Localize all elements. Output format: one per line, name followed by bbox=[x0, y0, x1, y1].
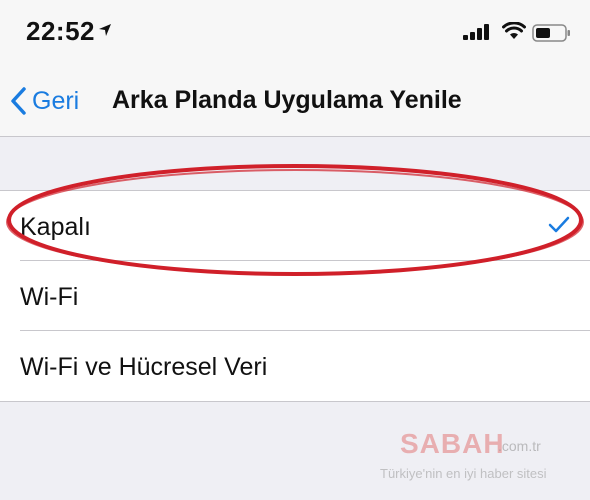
option-wifi[interactable]: Wi-Fi bbox=[0, 261, 590, 331]
battery-icon bbox=[532, 24, 570, 42]
status-bar: 22:52 bbox=[0, 0, 590, 62]
checkmark-icon bbox=[548, 216, 570, 233]
navigation-bar: Geri Arka Planda Uygulama Yenile bbox=[0, 62, 590, 137]
page-title: Arka Planda Uygulama Yenile bbox=[112, 86, 462, 114]
wifi-icon bbox=[502, 22, 526, 39]
back-button-label: Geri bbox=[32, 86, 80, 115]
chevron-left-icon bbox=[11, 87, 26, 115]
watermark-brand: SABAH bbox=[400, 428, 505, 459]
watermark-domain: .com.tr bbox=[498, 438, 541, 454]
option-label: Kapalı bbox=[20, 213, 91, 241]
back-button[interactable]: Geri bbox=[10, 84, 79, 118]
watermark-tagline: Türkiye'nin en iyi haber sitesi bbox=[380, 466, 547, 481]
option-kapali[interactable]: Kapalı bbox=[0, 191, 590, 261]
sabah-watermark: SABAH .com.tr Türkiye'nin en iyi haber s… bbox=[380, 428, 590, 488]
cellular-signal-icon bbox=[463, 24, 489, 40]
options-list: Kapalı Wi-Fi Wi-Fi ve Hücresel Veri bbox=[0, 190, 590, 402]
option-label: Wi-Fi bbox=[20, 283, 79, 311]
option-wifi-cellular[interactable]: Wi-Fi ve Hücresel Veri bbox=[0, 331, 590, 401]
option-label: Wi-Fi ve Hücresel Veri bbox=[20, 353, 268, 381]
status-time: 22:52 bbox=[26, 16, 95, 46]
location-arrow-icon bbox=[99, 24, 111, 36]
